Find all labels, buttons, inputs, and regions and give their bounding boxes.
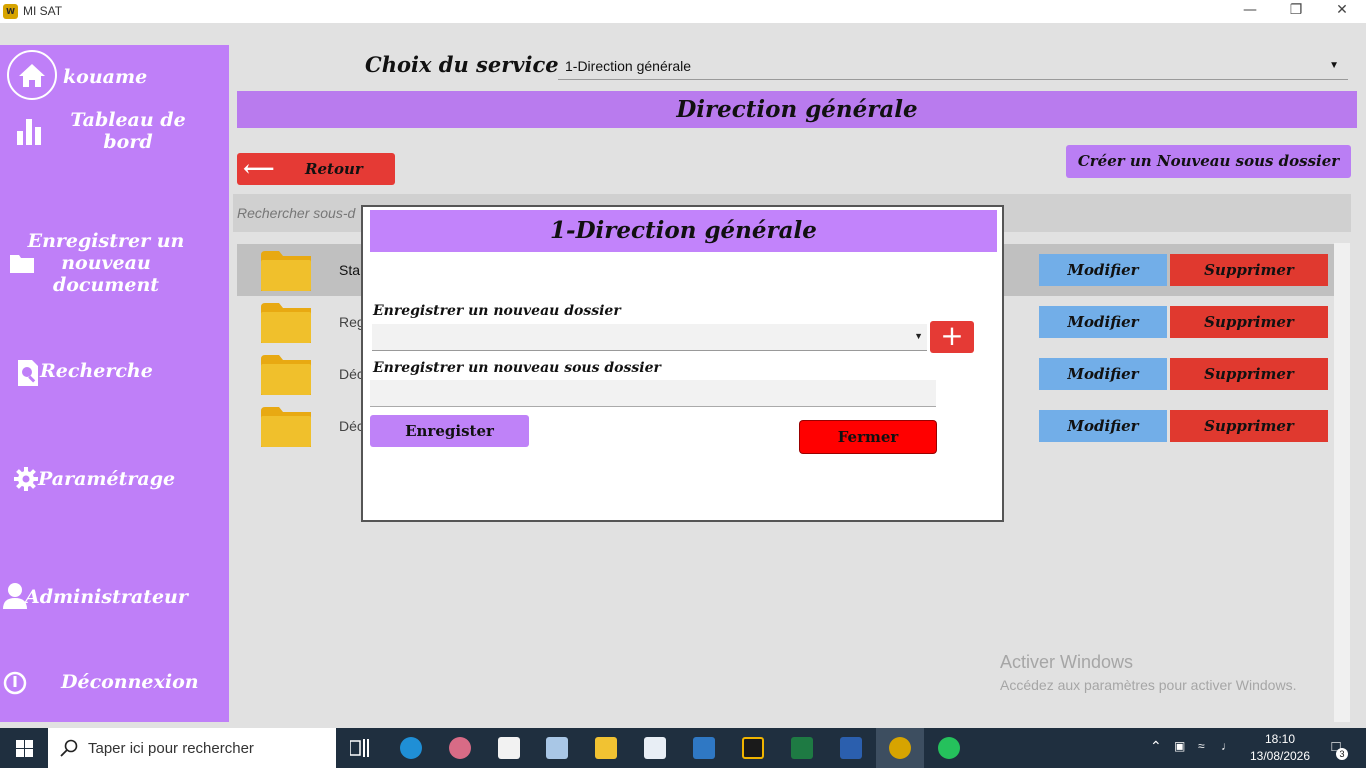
service-select[interactable]: 1-Direction générale ▼ bbox=[558, 52, 1348, 80]
sketch-icon bbox=[742, 737, 764, 759]
bar-chart-icon bbox=[17, 119, 41, 145]
notification-count: 3 bbox=[1336, 748, 1348, 760]
photos-icon bbox=[644, 737, 666, 759]
sidebar-item-enregistrer-document[interactable]: Enregistrer un nouveau document bbox=[24, 230, 188, 296]
folder-icon bbox=[595, 737, 617, 759]
file-explorer-app[interactable] bbox=[582, 728, 630, 768]
taskbar: Taper ici pour rechercher ⌃ ▣ ≈ ♩ 18:10 … bbox=[0, 728, 1366, 768]
taskbar-search-input[interactable]: Taper ici pour rechercher bbox=[48, 728, 336, 768]
window-title: MI SAT bbox=[23, 4, 63, 18]
modify-button[interactable]: Modifier bbox=[1039, 358, 1167, 390]
excel-icon bbox=[791, 737, 813, 759]
search-doc-icon bbox=[18, 360, 38, 386]
home-button[interactable] bbox=[7, 50, 57, 100]
sidebar-item-recherche[interactable]: Recherche bbox=[40, 360, 153, 382]
word-icon bbox=[840, 737, 862, 759]
service-select-value: 1-Direction générale bbox=[565, 58, 692, 74]
delete-button[interactable]: Supprimer bbox=[1170, 410, 1328, 442]
new-subfolder-label: Enregistrer un nouveau sous dossier bbox=[373, 360, 661, 376]
activation-watermark-text: Accédez aux paramètres pour activer Wind… bbox=[1000, 677, 1297, 693]
edge-app[interactable] bbox=[387, 728, 435, 768]
gear-icon bbox=[14, 467, 38, 491]
close-dialog-button[interactable]: Fermer bbox=[800, 421, 936, 453]
restore-button[interactable]: ❐ bbox=[1273, 0, 1319, 23]
photos-app[interactable] bbox=[631, 728, 679, 768]
volume-icon[interactable]: ♩ bbox=[1221, 739, 1233, 753]
delete-button[interactable]: Supprimer bbox=[1170, 358, 1328, 390]
store-icon bbox=[498, 737, 520, 759]
sidebar-item-tableau-de-bord[interactable]: Tableau de bord bbox=[68, 109, 188, 153]
page-title: Direction générale bbox=[237, 91, 1357, 128]
chevron-up-icon[interactable]: ⌃ bbox=[1150, 738, 1162, 755]
paint-icon bbox=[449, 737, 471, 759]
add-folder-button[interactable]: + bbox=[930, 321, 974, 353]
whatsapp-app[interactable] bbox=[925, 728, 973, 768]
start-button[interactable] bbox=[0, 728, 48, 768]
search-icon bbox=[60, 739, 78, 757]
home-icon bbox=[19, 64, 45, 87]
folder-icon bbox=[261, 303, 311, 343]
notepad-icon bbox=[546, 737, 568, 759]
folder-icon bbox=[261, 355, 311, 395]
outlook-app[interactable] bbox=[680, 728, 728, 768]
power-icon bbox=[3, 671, 27, 695]
sketch-app[interactable] bbox=[729, 728, 777, 768]
modify-button[interactable]: Modifier bbox=[1039, 306, 1167, 338]
sidebar-item-parametrage[interactable]: Paramétrage bbox=[38, 468, 175, 490]
paint-app[interactable] bbox=[436, 728, 484, 768]
folder-icon bbox=[261, 407, 311, 447]
whatsapp-icon bbox=[938, 737, 960, 759]
clock-date[interactable]: 13/08/2026 bbox=[1248, 749, 1312, 763]
chevron-down-icon: ▼ bbox=[1329, 60, 1339, 71]
network-icon[interactable]: ▣ bbox=[1174, 739, 1185, 753]
word-app[interactable] bbox=[827, 728, 875, 768]
sidebar: kouame Tableau de bord Enregistrer un no… bbox=[0, 45, 229, 722]
app-logo-icon: W bbox=[3, 4, 18, 19]
user-name: kouame bbox=[63, 66, 148, 88]
modify-button[interactable]: Modifier bbox=[1039, 254, 1167, 286]
scrollbar[interactable] bbox=[1334, 243, 1350, 722]
save-button[interactable]: Enregister bbox=[370, 415, 529, 447]
delete-button[interactable]: Supprimer bbox=[1170, 306, 1328, 338]
windows-logo-icon bbox=[16, 740, 33, 757]
user-icon bbox=[3, 583, 27, 609]
notepad-app[interactable] bbox=[533, 728, 581, 768]
close-window-button[interactable]: ✕ bbox=[1319, 0, 1365, 23]
title-bar: W MI SAT — ❐ ✕ bbox=[0, 0, 1366, 23]
chevron-down-icon: ▼ bbox=[914, 331, 923, 341]
wifi-icon[interactable]: ≈ bbox=[1198, 739, 1205, 753]
clock-time[interactable]: 18:10 bbox=[1255, 732, 1305, 746]
search-placeholder: Rechercher sous-d bbox=[237, 205, 356, 221]
new-folder-dialog: 1-Direction générale Enregistrer un nouv… bbox=[361, 205, 1004, 522]
sidebar-item-administrateur[interactable]: Administrateur bbox=[25, 586, 188, 608]
delete-button[interactable]: Supprimer bbox=[1170, 254, 1328, 286]
modify-button[interactable]: Modifier bbox=[1039, 410, 1167, 442]
row-name: Sta bbox=[339, 262, 361, 278]
minimize-button[interactable]: — bbox=[1227, 0, 1273, 23]
new-folder-label: Enregistrer un nouveau dossier bbox=[373, 303, 621, 319]
activation-watermark-title: Activer Windows bbox=[1000, 652, 1134, 672]
task-view-icon bbox=[350, 739, 369, 757]
task-view-button[interactable] bbox=[336, 728, 384, 768]
edge-icon bbox=[400, 737, 422, 759]
create-subfolder-button[interactable]: Créer un Nouveau sous dossier bbox=[1066, 145, 1351, 178]
windev-app[interactable] bbox=[876, 728, 924, 768]
dialog-title: 1-Direction générale bbox=[370, 210, 997, 252]
new-folder-combo[interactable]: ▼ bbox=[372, 324, 927, 351]
new-subfolder-input[interactable] bbox=[370, 380, 936, 407]
folder-icon bbox=[261, 251, 311, 291]
windev-icon bbox=[889, 737, 911, 759]
arrow-left-icon: ⟵ bbox=[243, 156, 275, 182]
outlook-icon bbox=[693, 737, 715, 759]
excel-app[interactable] bbox=[778, 728, 826, 768]
back-button[interactable]: ⟵ Retour bbox=[237, 153, 395, 185]
service-label: Choix du service bbox=[365, 52, 559, 77]
store-app[interactable] bbox=[485, 728, 533, 768]
taskbar-search-placeholder: Taper ici pour rechercher bbox=[88, 740, 254, 757]
sidebar-item-deconnexion[interactable]: Déconnexion bbox=[61, 671, 199, 693]
